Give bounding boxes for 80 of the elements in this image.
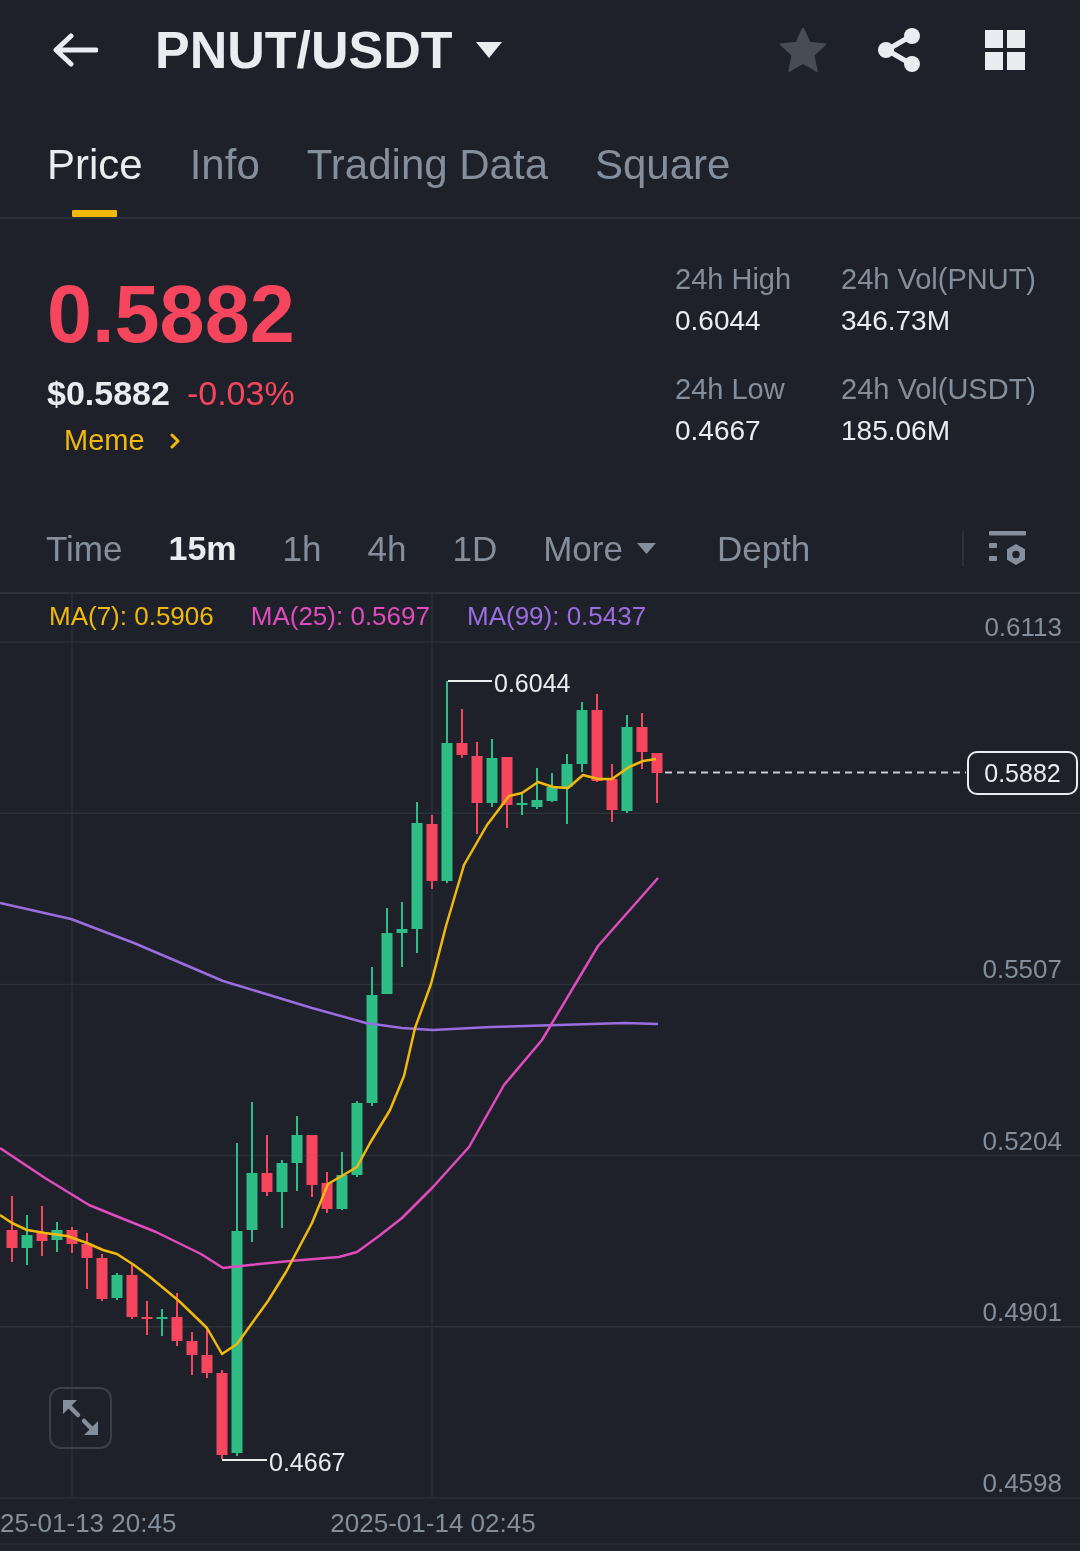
- price-axis-label: 0.4901: [982, 1298, 1062, 1325]
- candle: [111, 1273, 123, 1300]
- candle: [171, 1293, 183, 1346]
- candle: [336, 1152, 348, 1210]
- candle: [531, 768, 543, 809]
- candle: [561, 754, 573, 824]
- high-price-label: 0.6044: [494, 670, 571, 696]
- interval-tab[interactable]: 1h: [282, 530, 322, 566]
- price-axis-label: 0.4598: [982, 1470, 1062, 1496]
- candle: [6, 1196, 18, 1262]
- candle: [261, 1135, 273, 1196]
- stat-label: 24h Low: [675, 375, 785, 404]
- caret-icon: [636, 542, 656, 554]
- interval-dropdown[interactable]: More: [543, 530, 656, 566]
- candle: [66, 1227, 78, 1253]
- time-axis-label: 25-01-13 20:45: [0, 1510, 177, 1536]
- interval-tab[interactable]: Time: [46, 530, 123, 566]
- candle: [321, 1172, 333, 1213]
- stat-value: 0.4667: [675, 417, 761, 445]
- price-axis-label: 0.5204: [982, 1127, 1062, 1154]
- tab[interactable]: Trading Data: [306, 144, 548, 217]
- usd-price: $0.5882: [47, 376, 170, 410]
- pair-selector[interactable]: PNUT/USDT: [155, 24, 502, 76]
- candle: [36, 1206, 48, 1256]
- candle: [21, 1215, 33, 1265]
- candle: [516, 794, 528, 815]
- stat-value: 185.06M: [841, 417, 950, 445]
- candle: [306, 1135, 318, 1197]
- star-icon[interactable]: [780, 28, 826, 72]
- tab[interactable]: Square: [595, 144, 731, 217]
- candle: [96, 1254, 108, 1301]
- expand-icon: [61, 1399, 100, 1437]
- share-icon[interactable]: [878, 28, 920, 72]
- category-link[interactable]: Meme: [64, 426, 180, 455]
- candle: [81, 1233, 93, 1289]
- stat-label: 24h High: [675, 265, 792, 294]
- stat-label: 24h Vol(USDT): [841, 375, 1036, 404]
- last-price: 0.5882: [47, 274, 295, 355]
- leader-line: [221, 1459, 268, 1461]
- grid-icon[interactable]: [985, 30, 1025, 70]
- interval-tab[interactable]: Depth: [716, 530, 811, 566]
- candle: [456, 709, 468, 758]
- stat-value: 0.6044: [675, 307, 761, 335]
- last-price-tag: 0.5882: [967, 751, 1078, 795]
- chevron-icon: [169, 432, 180, 449]
- low-price-label: 0.4667: [269, 1449, 346, 1475]
- time-axis-label: 2025-01-14 02:45: [330, 1510, 536, 1536]
- interval-tab[interactable]: 4h: [367, 530, 407, 566]
- candle: [156, 1309, 168, 1336]
- moving-average-legend: MA(7): 0.5906: [49, 603, 214, 629]
- price-axis-label: 0.5507: [982, 956, 1062, 983]
- leader-line: [447, 680, 493, 682]
- moving-average-legend: MA(99): 0.5437: [466, 603, 647, 629]
- candle: [501, 757, 513, 828]
- stat-label: 24h Vol(PNUT): [841, 265, 1036, 294]
- candle: [651, 753, 663, 803]
- stat-value: 346.73M: [841, 307, 950, 335]
- candle: [396, 902, 408, 967]
- candle: [201, 1328, 213, 1378]
- candle: [636, 713, 648, 769]
- candle: [126, 1264, 138, 1319]
- tab[interactable]: Info: [189, 144, 260, 217]
- candle: [51, 1222, 63, 1252]
- caret-icon: [475, 42, 502, 58]
- candle: [186, 1332, 198, 1375]
- tab[interactable]: Price: [47, 144, 143, 217]
- candle: [606, 764, 618, 822]
- candle: [576, 702, 588, 772]
- price-change: -0.03%: [186, 376, 295, 410]
- candle: [141, 1301, 153, 1335]
- back-arrow-icon[interactable]: [52, 33, 98, 67]
- moving-average-legend: MA(25): 0.5697: [250, 603, 430, 629]
- interval-tab[interactable]: 1D: [452, 530, 498, 566]
- candle: [486, 739, 498, 807]
- expand-button[interactable]: [49, 1387, 112, 1449]
- candle: [276, 1160, 288, 1228]
- candle: [546, 773, 558, 802]
- settings-icon[interactable]: [989, 531, 1026, 565]
- price-axis-label: 0.6113: [984, 614, 1062, 640]
- interval-tab[interactable]: 15m: [168, 531, 237, 565]
